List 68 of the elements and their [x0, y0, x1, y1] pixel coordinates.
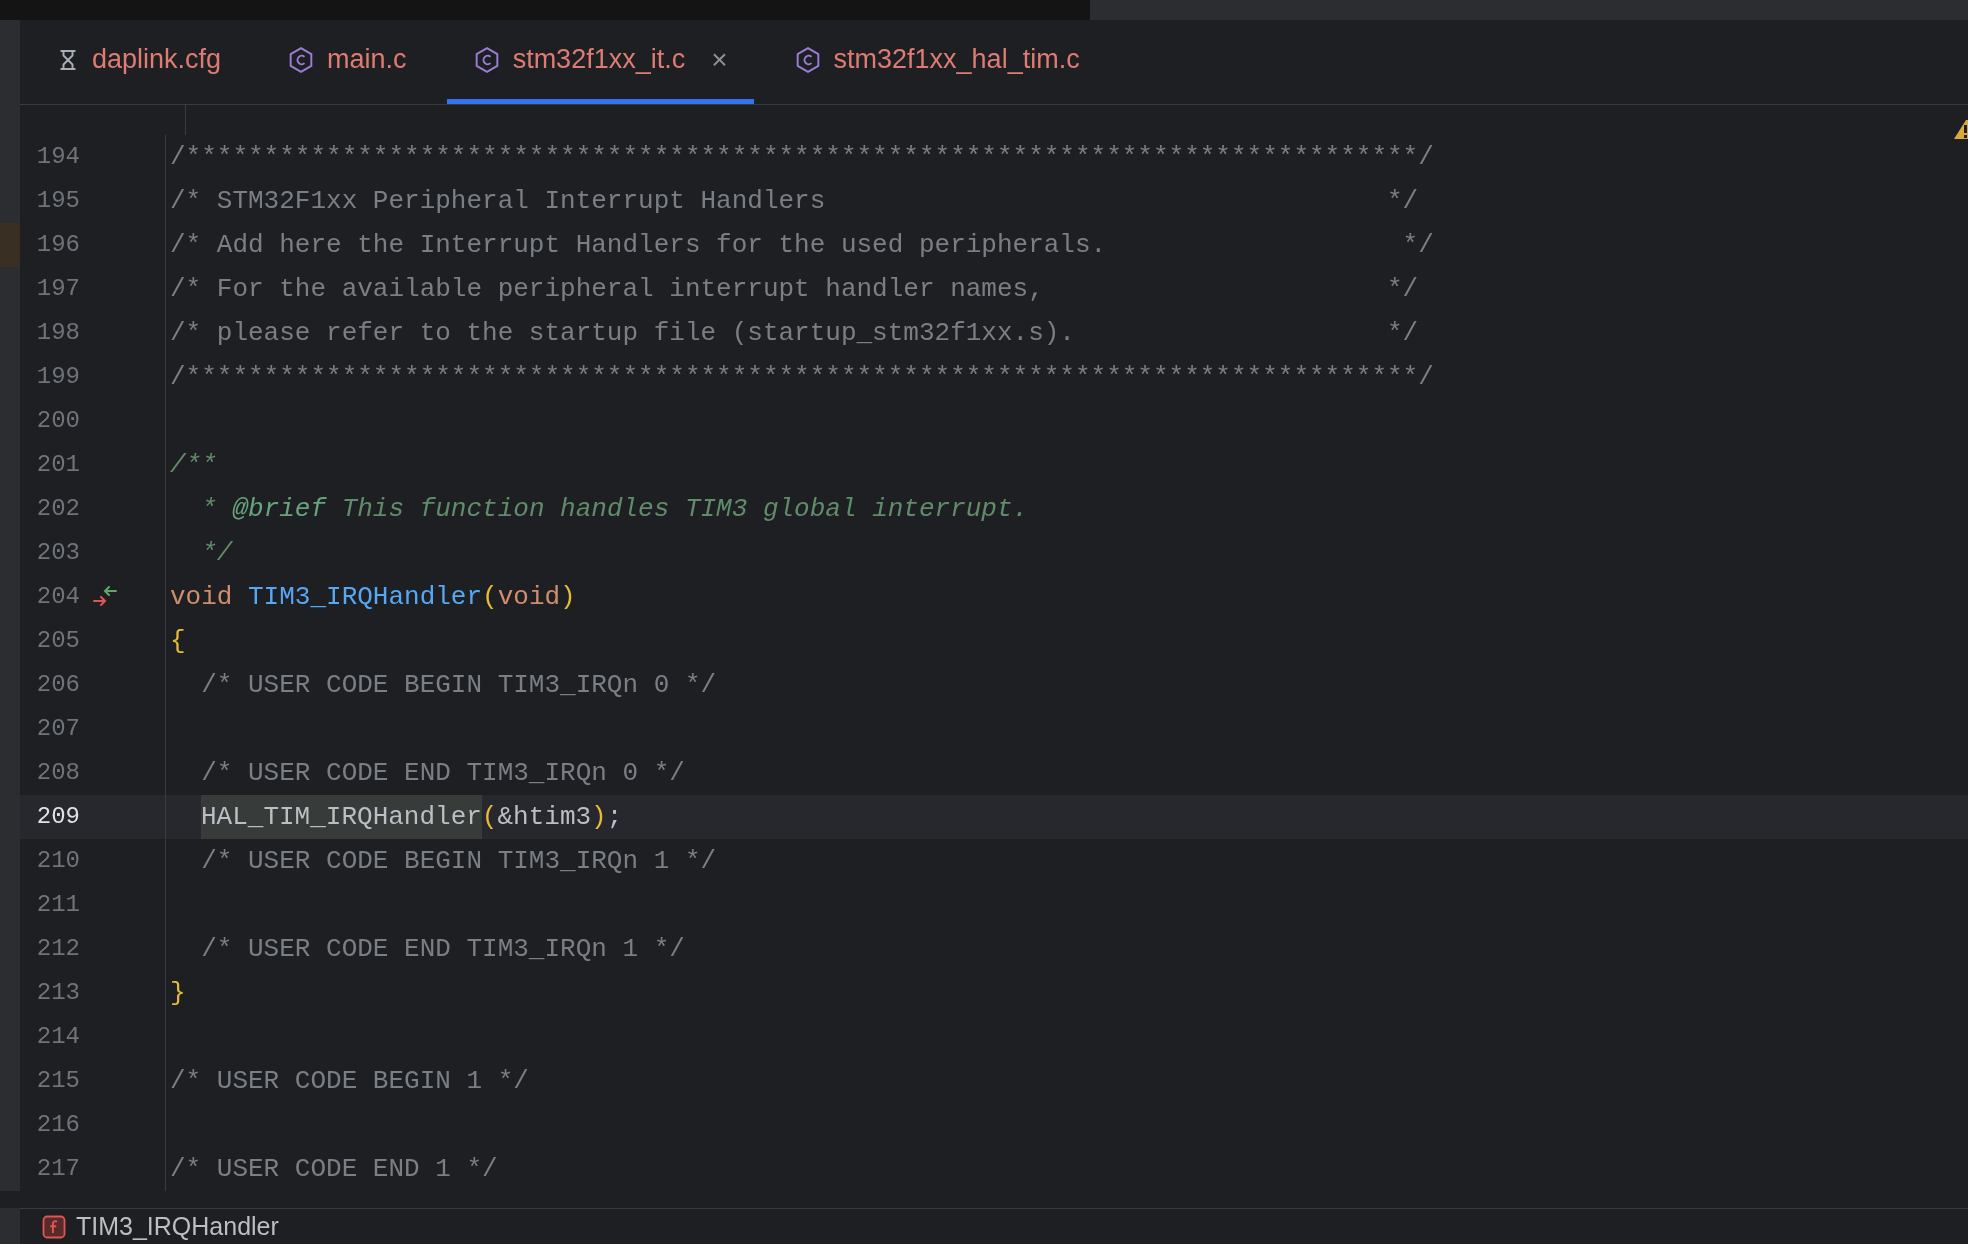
close-icon[interactable]: ×	[711, 38, 728, 81]
line-number: 195	[35, 186, 80, 216]
editor-tab[interactable]: daplink.cfg	[30, 20, 248, 104]
line-number: 214	[35, 1022, 80, 1052]
line-number: 210	[35, 846, 80, 876]
line-number: 215	[35, 1066, 80, 1096]
code-text: &htim3	[497, 801, 592, 834]
tab-label: main.c	[327, 43, 407, 77]
tab-label: daplink.cfg	[92, 43, 222, 77]
tool-strip	[0, 179, 20, 223]
breadcrumb-item[interactable]: TIM3_IRQHandler	[76, 1207, 279, 1244]
line-number: 197	[35, 274, 80, 304]
code-comment: /*******************************************************************************/	[170, 141, 1434, 174]
brace: )	[591, 801, 607, 834]
line-number: 212	[35, 934, 80, 964]
tool-strip	[0, 267, 20, 311]
warning-icon[interactable]	[1952, 119, 1968, 141]
code-comment: /*******************************************************************************/	[170, 361, 1434, 394]
keyword: void	[497, 581, 561, 614]
brace: (	[481, 801, 498, 834]
code-comment: /* USER CODE BEGIN TIM3_IRQn 0 */	[200, 669, 717, 702]
line-number: 204	[35, 582, 80, 612]
line-number: 216	[35, 1110, 80, 1140]
code-comment: /* USER CODE END TIM3_IRQn 0 */	[200, 757, 685, 790]
line-number: 203	[35, 538, 80, 568]
line-number: 208	[35, 758, 80, 788]
doc-comment: *	[200, 493, 218, 526]
line-number: 207	[35, 714, 80, 744]
line-number: 202	[35, 494, 80, 524]
code-text: ;	[606, 801, 623, 834]
line-number: 209	[35, 802, 80, 832]
code-comment: /* STM32F1xx Peripheral Interrupt Handlers */	[170, 185, 1419, 218]
tab-label: stm32f1xx_hal_tim.c	[833, 43, 1080, 77]
keyword: void	[170, 581, 234, 614]
code-comment: /* Add here the Interrupt Handlers for the used peripherals. */	[170, 229, 1434, 262]
brace: )	[560, 581, 576, 614]
doc-tag: @brief	[232, 487, 327, 531]
code-comment: /* USER CODE END TIM3_IRQn 1 */	[200, 933, 685, 966]
brace: (	[482, 581, 498, 614]
function-name: TIM3_IRQHandler	[248, 581, 483, 614]
function-call: HAL_TIM_IRQHandler	[201, 795, 482, 839]
brace: }	[170, 977, 186, 1010]
line-number: 211	[35, 890, 80, 920]
doc-comment: This function handles TIM3 global interrupt.	[340, 493, 1029, 526]
code-comment: /* USER CODE END 1 */	[170, 1153, 498, 1186]
doc-comment: */	[200, 537, 233, 570]
tab-label: stm32f1xx_it.c	[512, 43, 686, 77]
line-number: 198	[35, 318, 80, 348]
line-number: 201	[35, 450, 80, 480]
line-number: 206	[35, 670, 80, 700]
line-number: 196	[35, 230, 80, 260]
line-number: 200	[35, 406, 80, 436]
code-comment: /* USER CODE BEGIN TIM3_IRQn 1 */	[200, 845, 717, 878]
editor-tab[interactable]: stm32f1xx_hal_tim.c	[767, 20, 1106, 104]
code-comment: /* For the available peripheral interrupt handler names, */	[170, 273, 1419, 306]
editor-tab[interactable]: main.c	[261, 20, 433, 104]
line-number: 194	[35, 142, 80, 172]
line-number: 205	[35, 626, 80, 656]
tool-strip	[0, 1208, 20, 1244]
arrows-icon[interactable]	[92, 585, 118, 609]
brace: {	[170, 625, 186, 658]
function-icon	[42, 1214, 66, 1239]
line-number: 199	[35, 362, 80, 392]
line-number: 217	[35, 1154, 80, 1184]
code-comment: /* USER CODE BEGIN 1 */	[170, 1065, 529, 1098]
line-number: 213	[35, 978, 80, 1008]
doc-comment: /**	[170, 449, 217, 482]
code-comment: /* please refer to the startup file (startup_stm32f1xx.s). */	[170, 317, 1419, 350]
